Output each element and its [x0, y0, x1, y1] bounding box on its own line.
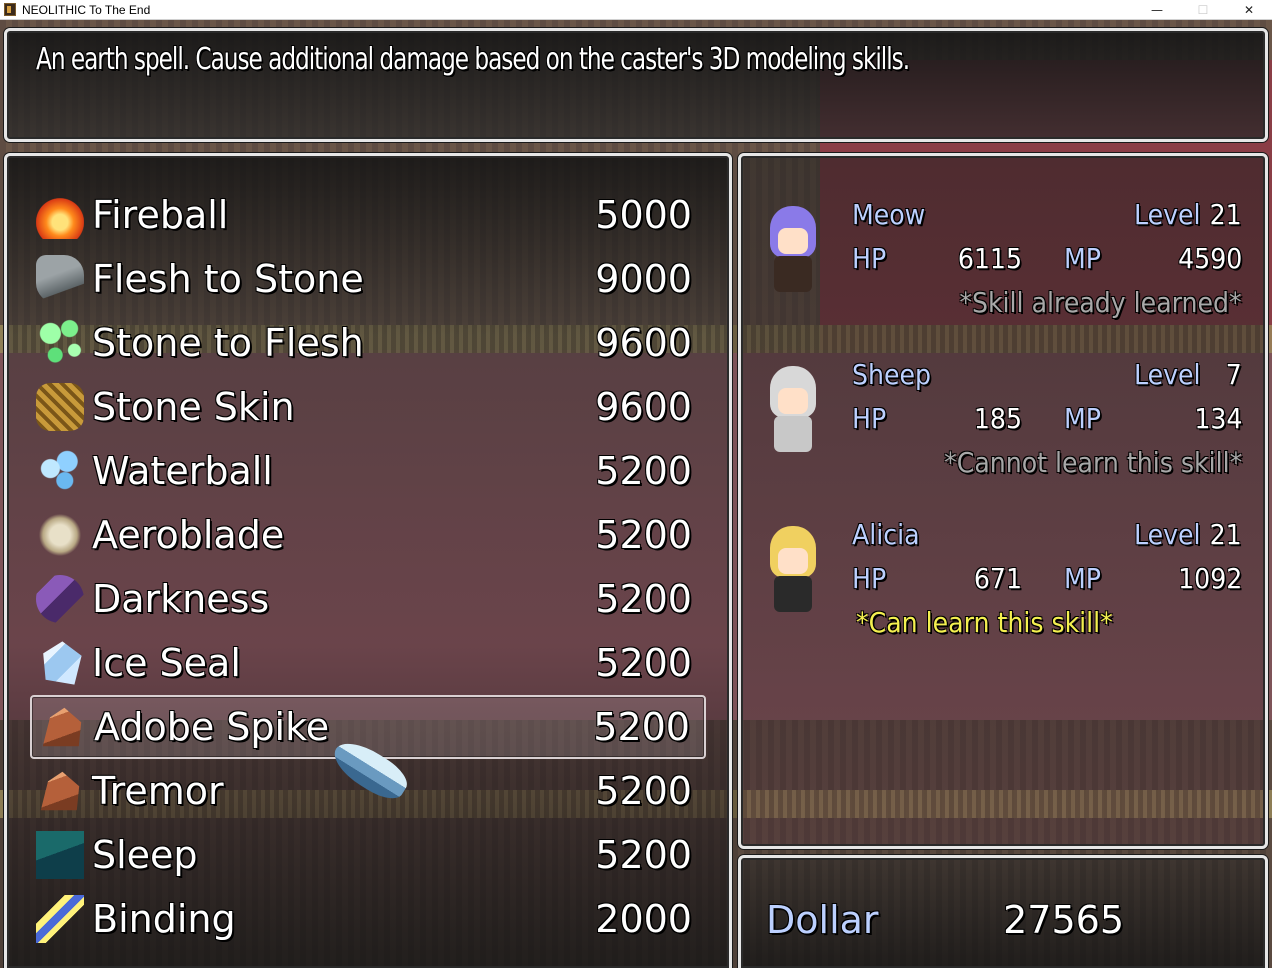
skill-item-waterball[interactable]: Waterball 5200: [30, 439, 706, 503]
hp-label: HP: [852, 562, 887, 595]
skill-cost: 5200: [595, 449, 692, 493]
skill-cost: 5200: [593, 705, 690, 749]
mp-label: MP: [1064, 242, 1101, 275]
hp-value: 6115: [957, 242, 1022, 275]
fire-icon: [36, 191, 84, 239]
member-name: Alicia: [852, 518, 920, 551]
green-bubbles-icon: [36, 319, 84, 367]
skill-name: Stone Skin: [92, 385, 295, 429]
skill-cost: 9000: [595, 257, 692, 301]
member-name: Sheep: [852, 358, 931, 391]
party-member-alicia[interactable]: Alicia Level 21 HP 671 MP 1092 *Can learn this …: [760, 518, 1250, 668]
character-avatar: [764, 366, 820, 454]
skill-item-fireball[interactable]: Fireball 5000: [30, 183, 706, 247]
skill-name: Sleep: [92, 833, 198, 877]
water-splash-icon: [36, 447, 84, 495]
close-button[interactable]: ✕: [1226, 0, 1272, 20]
skill-name: Ice Seal: [92, 641, 241, 685]
level-label: Level: [1134, 198, 1201, 231]
skill-cost: 5000: [595, 193, 692, 237]
skill-name: Aeroblade: [92, 513, 285, 557]
app-icon: [4, 3, 16, 16]
currency-label: Dollar: [766, 898, 879, 942]
learn-status: *Skill already learned*: [959, 286, 1242, 319]
wind-swirl-icon: [36, 511, 84, 559]
skill-item-stone-to-flesh[interactable]: Stone to Flesh 9600: [30, 311, 706, 375]
mp-value: 134: [1193, 402, 1242, 435]
currency-value: 27565: [1003, 898, 1124, 942]
maximize-button[interactable]: ☐: [1180, 0, 1226, 20]
skill-cost: 9600: [595, 385, 692, 429]
skill-description: An earth spell. Cause additional damage …: [36, 42, 910, 77]
hp-label: HP: [852, 402, 887, 435]
learn-status: *Cannot learn this skill*: [943, 446, 1242, 479]
level-value: 21: [1209, 198, 1242, 231]
character-avatar: [764, 526, 820, 614]
skill-name: Adobe Spike: [94, 705, 330, 749]
learn-status: *Can learn this skill*: [856, 606, 1113, 639]
stone-fist-icon: [36, 383, 84, 431]
level-value: 7: [1225, 358, 1242, 391]
mp-label: MP: [1064, 402, 1101, 435]
hp-value: 185: [973, 402, 1022, 435]
mp-label: MP: [1064, 562, 1101, 595]
party-member-meow[interactable]: Meow Level 21 HP 6115 MP 4590 *Skill already le…: [760, 198, 1250, 348]
skill-item-stone-skin[interactable]: Stone Skin 9600: [30, 375, 706, 439]
dark-wave-icon: [36, 575, 84, 623]
ice-crystal-icon: [43, 641, 82, 685]
skill-name: Darkness: [92, 577, 270, 621]
skill-name: Tremor: [92, 769, 224, 813]
skill-item-sleep[interactable]: Sleep 5200: [30, 823, 706, 887]
level-value: 21: [1209, 518, 1242, 551]
mp-value: 1092: [1177, 562, 1242, 595]
skill-cost: 2000: [595, 897, 692, 941]
skill-name: Waterball: [92, 449, 273, 493]
rock-spike-icon: [40, 771, 80, 811]
skill-item-flesh-to-stone[interactable]: Flesh to Stone 9000: [30, 247, 706, 311]
skill-name: Binding: [92, 897, 236, 941]
skill-name: Fireball: [92, 193, 229, 237]
hp-label: HP: [852, 242, 887, 275]
skill-item-aeroblade[interactable]: Aeroblade 5200: [30, 503, 706, 567]
lightning-bind-icon: [36, 895, 84, 943]
skill-cost: 9600: [595, 321, 692, 365]
skill-cost: 5200: [595, 577, 692, 621]
skill-cost: 5200: [595, 833, 692, 877]
mp-value: 4590: [1177, 242, 1242, 275]
sleep-icon: [36, 831, 84, 879]
hp-value: 671: [973, 562, 1022, 595]
skill-item-binding[interactable]: Binding 2000: [30, 887, 706, 951]
minimize-button[interactable]: —: [1134, 0, 1180, 20]
window-titlebar: NEOLITHIC To The End — ☐ ✕: [0, 0, 1272, 20]
level-label: Level: [1134, 518, 1201, 551]
level-label: Level: [1134, 358, 1201, 391]
skill-cost: 5200: [595, 769, 692, 813]
character-avatar: [764, 206, 820, 294]
stone-statue-icon: [36, 255, 84, 303]
rock-spike-icon: [42, 707, 82, 747]
window-controls: — ☐ ✕: [1134, 0, 1272, 20]
skill-item-ice-seal[interactable]: Ice Seal 5200: [30, 631, 706, 695]
skill-name: Stone to Flesh: [92, 321, 364, 365]
member-name: Meow: [852, 198, 926, 231]
skill-cost: 5200: [595, 513, 692, 557]
skill-name: Flesh to Stone: [92, 257, 364, 301]
window-title: NEOLITHIC To The End: [22, 2, 151, 17]
party-member-sheep[interactable]: Sheep Level 7 HP 185 MP 134 *Cannot learn this …: [760, 358, 1250, 508]
skill-item-darkness[interactable]: Darkness 5200: [30, 567, 706, 631]
skill-cost: 5200: [595, 641, 692, 685]
